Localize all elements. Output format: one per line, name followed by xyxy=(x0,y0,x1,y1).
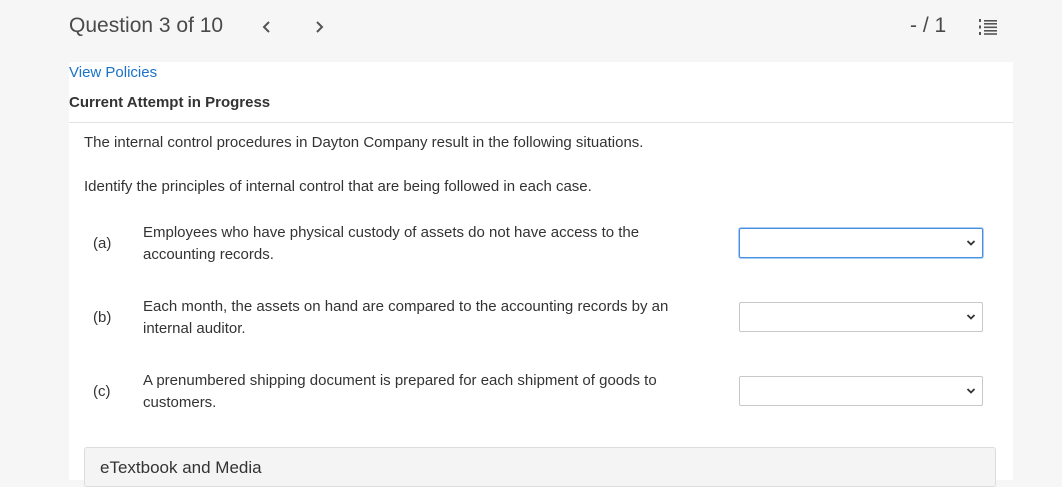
etextbook-media-panel[interactable]: eTextbook and Media xyxy=(84,447,996,487)
answer-select-c[interactable] xyxy=(739,376,983,406)
item-text-b: Each month, the assets on hand are compa… xyxy=(143,298,669,337)
chevron-left-icon xyxy=(262,21,270,33)
top-bar: Question 3 of 10 - / 1 xyxy=(0,0,1062,56)
view-policies-link[interactable]: View Policies xyxy=(69,64,157,81)
chevron-down-icon xyxy=(966,240,976,246)
chevron-down-icon xyxy=(966,388,976,394)
item-letter-c: (c) xyxy=(93,383,111,400)
chevron-down-icon xyxy=(966,314,976,320)
question-instruction: Identify the principles of internal cont… xyxy=(84,178,592,195)
item-text-a: Employees who have physical custody of a… xyxy=(143,224,640,263)
question-counter: Question 3 of 10 xyxy=(69,14,224,37)
item-letter-b: (b) xyxy=(93,309,112,326)
answer-select-a[interactable] xyxy=(739,228,983,258)
chevron-right-icon xyxy=(316,21,324,33)
previous-question-button[interactable] xyxy=(256,16,278,38)
item-text-c: A prenumbered shipping document is prepa… xyxy=(143,372,657,411)
item-letter-a: (a) xyxy=(93,235,112,252)
answer-select-b[interactable] xyxy=(739,302,983,332)
next-question-button[interactable] xyxy=(308,16,330,38)
question-score: - / 1 xyxy=(910,14,947,37)
attempt-status: Current Attempt in Progress xyxy=(69,94,271,111)
question-intro: The internal control procedures in Dayto… xyxy=(84,134,644,151)
question-content-area xyxy=(69,62,1013,480)
panel-title: eTextbook and Media xyxy=(100,458,262,477)
numbered-list-icon[interactable] xyxy=(977,16,999,38)
divider xyxy=(69,122,1013,123)
